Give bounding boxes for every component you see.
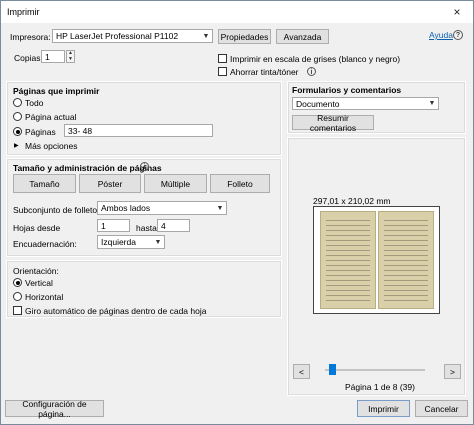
- sheets-to-label: hasta: [136, 223, 157, 233]
- cancel-button[interactable]: Cancelar: [415, 400, 468, 417]
- chevron-down-icon: ▼: [151, 236, 164, 248]
- sheets-from-value: 1: [101, 220, 106, 231]
- next-page-button[interactable]: >: [444, 364, 461, 379]
- help-link[interactable]: Ayuda: [429, 30, 453, 40]
- auto-rotate-checkbox[interactable]: [13, 306, 22, 315]
- forms-select-value: Documento: [296, 98, 340, 109]
- current-page-radio[interactable]: [13, 112, 22, 121]
- window-title: Imprimir: [7, 7, 40, 17]
- sheets-from-label: Hojas desde: [13, 223, 61, 233]
- chevron-down-icon: ▼: [199, 30, 212, 42]
- binding-label: Encuadernación:: [13, 239, 77, 249]
- sheets-to-input[interactable]: 4: [157, 219, 190, 232]
- grayscale-label: Imprimir en escala de grises (blanco y n…: [230, 54, 401, 64]
- expand-triangle-icon[interactable]: ▶: [14, 142, 19, 149]
- sheets-to-value: 4: [161, 220, 166, 231]
- current-page-label: Página actual: [25, 112, 77, 122]
- poster-button[interactable]: Póster: [79, 174, 141, 193]
- close-icon[interactable]: ×: [441, 1, 473, 23]
- grayscale-checkbox[interactable]: [218, 54, 227, 63]
- preview-left-page: [320, 211, 376, 309]
- properties-button[interactable]: Propiedades: [218, 29, 271, 44]
- all-pages-label: Todo: [25, 98, 44, 108]
- printer-label: Impresora:: [10, 32, 51, 42]
- booklet-subset-value: Ambos lados: [101, 203, 151, 213]
- forms-select[interactable]: Documento ▼: [292, 97, 439, 110]
- preview-right-page: [378, 211, 434, 309]
- binding-select[interactable]: Izquierda ▼: [97, 235, 165, 249]
- page-slider-thumb[interactable]: [329, 364, 336, 375]
- booklet-button[interactable]: Folleto: [210, 174, 270, 193]
- size-button[interactable]: Tamaño: [13, 174, 76, 193]
- booklet-subset-select[interactable]: Ambos lados ▼: [97, 201, 227, 215]
- page-preview: [313, 206, 440, 314]
- prev-page-button[interactable]: <: [293, 364, 310, 379]
- page-slider-track[interactable]: [325, 369, 425, 371]
- pages-range-value: 33- 48: [68, 125, 93, 136]
- copies-spinner[interactable]: ▲ ▼: [66, 50, 75, 63]
- advanced-button[interactable]: Avanzada: [276, 29, 329, 44]
- all-pages-radio[interactable]: [13, 98, 22, 107]
- vertical-radio[interactable]: [13, 278, 22, 287]
- pages-range-input[interactable]: 33- 48: [64, 124, 213, 137]
- pages-heading: Páginas que imprimir: [13, 86, 100, 96]
- save-ink-label: Ahorrar tinta/tóner: [230, 67, 299, 77]
- multiple-button[interactable]: Múltiple: [144, 174, 207, 193]
- chevron-down-icon: ▼: [425, 98, 438, 109]
- forms-heading: Formularios y comentarios: [292, 85, 402, 95]
- printer-select[interactable]: HP LaserJet Professional P1102 ▼: [52, 29, 213, 43]
- horizontal-label: Horizontal: [25, 292, 64, 302]
- printer-select-value: HP LaserJet Professional P1102: [56, 31, 179, 41]
- chevron-down-icon: ▼: [213, 202, 226, 214]
- title-bar: Imprimir ×: [1, 1, 473, 23]
- save-ink-checkbox[interactable]: [218, 67, 227, 76]
- print-button[interactable]: Imprimir: [357, 400, 410, 417]
- sizing-info-icon[interactable]: i: [140, 162, 149, 171]
- orientation-heading: Orientación:: [13, 266, 59, 276]
- binding-value: Izquierda: [101, 237, 136, 247]
- vertical-label: Vertical: [25, 278, 53, 288]
- summarize-comments-button[interactable]: Resumir comentarios: [292, 113, 374, 133]
- pages-range-label: Páginas: [25, 127, 56, 137]
- print-dialog: Imprimir × Impresora: HP LaserJet Profes…: [0, 0, 474, 425]
- help-icon[interactable]: ?: [453, 30, 463, 40]
- page-status: Página 1 de 8 (39): [345, 382, 415, 392]
- copies-label: Copias:: [14, 53, 43, 63]
- sheets-from-input[interactable]: 1: [97, 219, 130, 232]
- pages-radio[interactable]: [13, 127, 22, 136]
- copies-value: 1: [45, 51, 50, 62]
- copies-input[interactable]: 1: [41, 50, 65, 63]
- info-icon[interactable]: i: [307, 67, 316, 76]
- auto-rotate-label: Giro automático de páginas dentro de cad…: [25, 306, 207, 316]
- horizontal-radio[interactable]: [13, 292, 22, 301]
- page-setup-button[interactable]: Configuración de página...: [5, 399, 104, 419]
- more-options-link[interactable]: Más opciones: [25, 141, 77, 151]
- booklet-subset-label: Subconjunto de folletos:: [13, 205, 104, 215]
- paper-size-label: 297,01 x 210,02 mm: [313, 196, 391, 206]
